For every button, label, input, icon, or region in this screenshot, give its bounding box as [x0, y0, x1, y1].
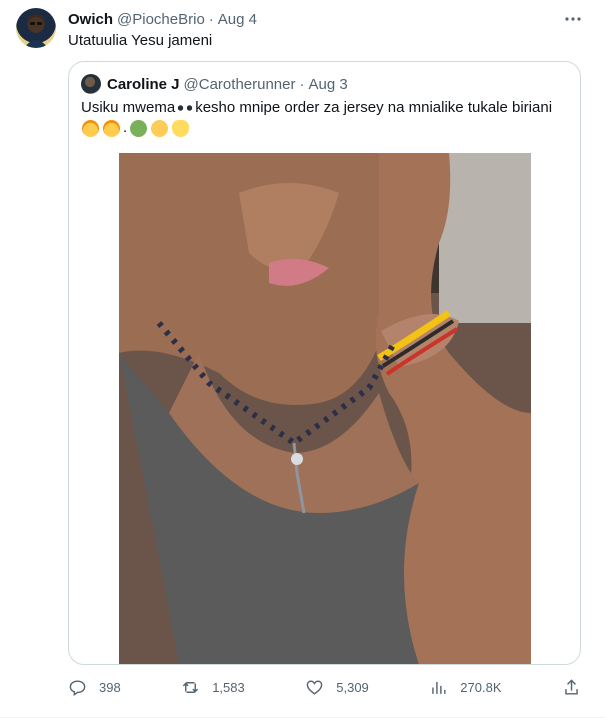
more-options-button[interactable] — [561, 7, 585, 31]
more-horizontal-icon — [565, 17, 581, 21]
partying-face-emoji-icon — [82, 119, 99, 137]
reply-count: 398 — [99, 679, 121, 695]
quoted-tweet-time: Aug 3 — [308, 75, 348, 93]
green-heart-emoji-icon — [130, 119, 148, 137]
share-button[interactable] — [562, 678, 581, 697]
tweet-text: Utatuulia Yesu jameni — [68, 32, 213, 49]
quoted-text-rest: kesho mnipe order za jersey na mnialike … — [195, 99, 553, 116]
view-count: 270.8K — [460, 679, 502, 695]
retweet-icon — [183, 681, 199, 693]
tweet-time[interactable]: Aug 4 — [218, 11, 257, 28]
quoted-emoji-row: . — [81, 118, 571, 138]
tweet[interactable]: Owich @PiocheBrio · Aug 4 Utatuulia Yesu… — [0, 0, 605, 718]
quoted-author-avatar — [81, 74, 101, 94]
share-icon — [565, 678, 578, 695]
views-button[interactable]: 270.8K — [429, 678, 502, 697]
quoted-separator-dot: · — [299, 75, 305, 93]
tweet-actions: 398 1,583 5,309 270.8K — [68, 676, 581, 698]
quoted-text-start: Usiku mwema — [81, 99, 176, 116]
retweet-button[interactable]: 1,583 — [181, 678, 245, 697]
heart-icon — [306, 679, 323, 695]
quoted-tweet[interactable]: Caroline J @Carotherunner · Aug 3 Usiku … — [68, 61, 581, 665]
tweet-header: Owich @PiocheBrio · Aug 4 — [68, 9, 585, 29]
yellow-heart-emoji-icon — [151, 119, 169, 137]
like-count: 5,309 — [336, 679, 369, 695]
reply-icon — [69, 679, 86, 696]
reply-button[interactable]: 398 — [68, 678, 121, 697]
quoted-tweet-photo[interactable] — [119, 153, 531, 664]
like-button[interactable]: 5,309 — [305, 678, 369, 697]
emoji-separator: . — [123, 119, 128, 136]
retweet-count: 1,583 — [212, 679, 245, 695]
partying-face-emoji-icon — [103, 119, 120, 137]
author-handle[interactable]: @PiocheBrio — [117, 11, 205, 28]
avatar-portrait-icon — [24, 17, 48, 48]
handshake-emoji-icon — [172, 119, 190, 137]
author-name[interactable]: Owich — [68, 11, 113, 28]
author-avatar[interactable] — [16, 8, 56, 48]
eyes-emoji-icon — [176, 102, 195, 115]
quoted-author-name: Caroline J — [107, 75, 180, 93]
photo-image — [119, 153, 531, 664]
bar-chart-icon — [432, 681, 446, 694]
separator-dot: · — [208, 10, 214, 28]
quoted-tweet-text: Usiku mwema kesho mnipe order za jersey n… — [81, 98, 571, 138]
quoted-author-handle: @Carotherunner — [183, 75, 296, 93]
quoted-tweet-header: Caroline J @Carotherunner · Aug 3 — [81, 74, 568, 94]
